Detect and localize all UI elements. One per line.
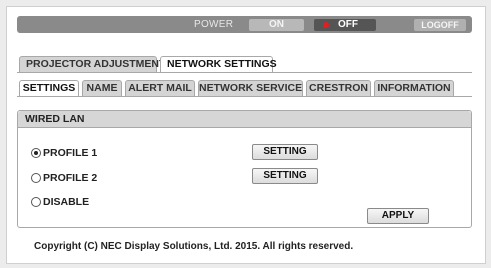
disable-radio[interactable]	[31, 197, 41, 207]
subtab-name[interactable]: NAME	[82, 80, 122, 96]
profile1-radio[interactable]	[31, 148, 41, 158]
disable-option[interactable]: DISABLE	[31, 195, 89, 209]
tab-projector-adjustment[interactable]: PROJECTOR ADJUSTMENT	[19, 56, 165, 72]
profile2-label: PROFILE 2	[43, 172, 98, 184]
subtab-alert-mail[interactable]: ALERT MAIL	[125, 80, 195, 96]
wired-lan-title: WIRED LAN	[18, 111, 471, 128]
subtab-crestron[interactable]: CRESTRON	[306, 80, 371, 96]
apply-button[interactable]: APPLY	[367, 208, 429, 224]
power-off-indicator-icon	[323, 22, 329, 28]
profile1-setting-button[interactable]: SETTING	[252, 144, 318, 160]
profile2-option[interactable]: PROFILE 2	[31, 171, 97, 185]
profile1-option[interactable]: PROFILE 1	[31, 146, 97, 160]
logoff-button[interactable]: LOGOFF	[414, 19, 466, 31]
subtab-settings[interactable]: SETTINGS	[19, 80, 79, 97]
subtab-information[interactable]: INFORMATION	[374, 80, 454, 96]
profile2-radio[interactable]	[31, 173, 41, 183]
profile1-label: PROFILE 1	[43, 147, 98, 159]
power-off-button[interactable]: OFF	[314, 19, 376, 31]
tab-divider	[17, 72, 472, 73]
power-off-label: OFF	[338, 19, 358, 30]
copyright-text: Copyright (C) NEC Display Solutions, Ltd…	[34, 241, 354, 252]
tab-network-settings[interactable]: NETWORK SETTINGS	[160, 56, 277, 73]
disable-label: DISABLE	[43, 196, 90, 208]
power-bar: POWER ON OFF LOGOFF	[17, 16, 472, 33]
subtab-divider	[17, 96, 472, 97]
subtab-network-service[interactable]: NETWORK SERVICE	[198, 80, 303, 96]
power-on-button[interactable]: ON	[249, 19, 304, 31]
wired-lan-panel: WIRED LAN PROFILE 1 PROFILE 2 DISABLE SE…	[17, 110, 472, 228]
power-label: POWER	[194, 19, 234, 30]
profile2-setting-button[interactable]: SETTING	[252, 168, 318, 184]
